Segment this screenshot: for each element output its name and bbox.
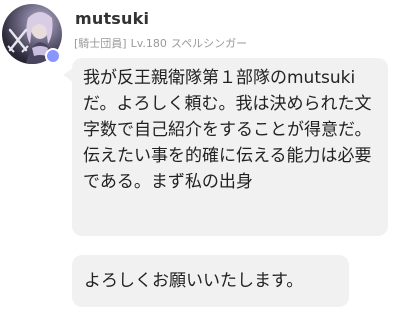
online-status-icon [45,48,61,64]
user-meta: [騎士団員] Lv.180 スペルシンガー [74,35,247,51]
message-text: 我が反王親衛隊第１部隊のmutsukiだ。よろしく頼む。我は決められた文字数で自… [83,68,372,192]
user-job: スペルシンガー [170,37,248,50]
message-bubble[interactable]: よろしくお願いいたします。 [72,255,349,307]
chat-view: mutsuki [騎士団員] Lv.180 スペルシンガー 我が反王親衛隊第１部隊の… [0,0,396,319]
message-text: よろしくお願いいたします。 [84,271,304,291]
user-rank: [騎士団員] [74,37,127,50]
bubble-tail [63,68,73,82]
message-bubble[interactable]: 我が反王親衛隊第１部隊のmutsukiだ。よろしく頼む。我は決められた文字数で自… [63,58,388,236]
user-level: Lv.180 [130,37,167,50]
username[interactable]: mutsuki [75,9,149,28]
